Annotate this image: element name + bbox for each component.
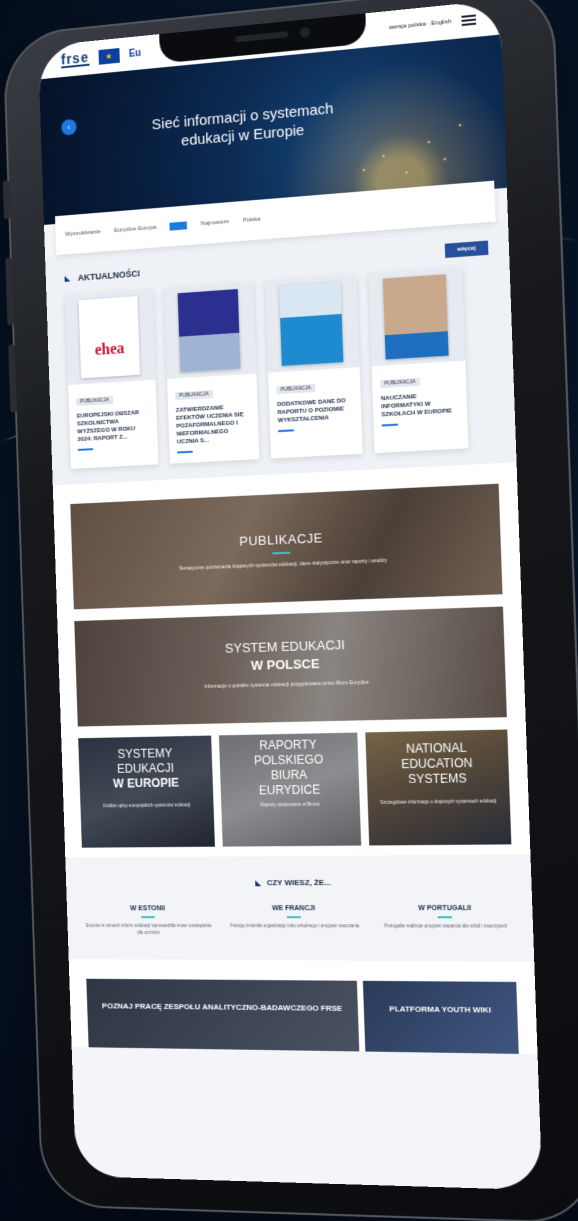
- city-light: [405, 171, 408, 174]
- card-accent: [77, 448, 94, 451]
- report-cover: ehea: [78, 296, 141, 379]
- national-systems-tile[interactable]: NATIONAL EDUCATION SYSTEMS Szczegółowe i…: [364, 729, 512, 846]
- card-image: [163, 281, 257, 379]
- report-cover: [382, 274, 449, 360]
- european-systems-title: SYSTEMY EDUKACJI W EUROPIE: [112, 746, 180, 791]
- news-card[interactable]: ehea PUBLIKACJA EUROPEJSKI OBSZAR SZKOLN…: [65, 289, 159, 469]
- fact-text: Portugalia realizuje program wsparcia dl…: [384, 923, 507, 929]
- fact-accent: [141, 916, 155, 919]
- card-image: ehea: [65, 289, 156, 386]
- small-tiles: SYSTEMY EDUKACJI W EUROPIE Krótkie opisy…: [78, 729, 512, 848]
- search-button[interactable]: [169, 221, 188, 231]
- fact-accent: [286, 916, 301, 919]
- country-option[interactable]: Polska: [243, 217, 261, 224]
- city-light: [459, 124, 462, 127]
- volume-down-button: [8, 344, 17, 413]
- cover-logo-text: ehea: [94, 340, 125, 359]
- research-team-tile[interactable]: POZNAJ PRACĘ ZESPOŁU ANALITYCZNO-BADAWCZ…: [86, 978, 360, 1052]
- more-news-button[interactable]: więcej: [444, 240, 489, 258]
- language-links[interactable]: wersja polska · English: [389, 19, 452, 31]
- city-light: [443, 158, 446, 161]
- card-tag: PUBLIKACJA: [175, 390, 213, 401]
- card-accent: [381, 423, 399, 427]
- national-systems-title: NATIONAL EDUCATION SYSTEMS: [400, 740, 473, 787]
- fact-title: WE FRANCJI: [271, 905, 316, 913]
- fact-title: W ESTONII: [130, 905, 166, 913]
- card-image: [368, 266, 466, 367]
- report-cover: [279, 281, 344, 366]
- city-light: [382, 155, 385, 158]
- city-light: [427, 141, 430, 144]
- card-tag: PUBLIKACJA: [76, 396, 113, 407]
- card-title[interactable]: DODATKOWE DANE DO RAPORTU O POZIOMIE WYK…: [277, 397, 353, 425]
- fact-item[interactable]: W PORTUGALII Portugalia realizuje progra…: [376, 905, 514, 937]
- eurydice-reports-tile[interactable]: RAPORTY POLSKIEGO BIURA EURYDICE Raporty…: [219, 732, 361, 847]
- news-cards: ehea PUBLIKACJA EUROPEJSKI OBSZAR SZKOLN…: [65, 265, 495, 469]
- education-system-tile[interactable]: SYSTEM EDUKACJI W POLSCE Informacje o po…: [74, 606, 507, 727]
- report-cover: [177, 289, 241, 373]
- card-title[interactable]: EUROPEJSKI OBSZAR SZKOLNICTWA WYŻSZEGO W…: [77, 409, 150, 444]
- fact-text: Francja zmieniła organizację roku szkoln…: [229, 923, 360, 929]
- news-card[interactable]: PUBLIKACJA NAUCZANIE INFORMATYKI W SZKOŁ…: [368, 266, 469, 454]
- menu-icon[interactable]: [461, 14, 477, 27]
- education-system-title: SYSTEM EDUKACJI W POLSCE: [224, 637, 346, 673]
- scope-field[interactable]: Eurydice Europa: [114, 225, 157, 234]
- sort-option[interactable]: Najnowsze: [201, 219, 230, 227]
- eu-logo-text: Eu: [128, 47, 142, 60]
- fact-item[interactable]: W ESTONII Estonia w ramach reform edukac…: [84, 905, 213, 936]
- card-title[interactable]: NAUCZANIE INFORMATYKI W SZKOŁACH W EUROP…: [381, 391, 459, 420]
- search-field[interactable]: Wyszukiwanie: [65, 229, 101, 238]
- news-card[interactable]: PUBLIKACJA ZATWIERDZANIE EFEKTÓW UCZENIA…: [163, 281, 260, 464]
- did-you-know-section: CZY WIESZ, ŻE... W ESTONII Estonia w ram…: [65, 854, 535, 962]
- hero-title: Sieć informacji o systemach edukacji w E…: [151, 100, 334, 150]
- front-camera: [299, 26, 311, 38]
- volume-up-button: [5, 257, 15, 326]
- card-accent: [177, 450, 193, 454]
- heading-marker-icon: [64, 275, 71, 282]
- card-title[interactable]: ZATWIERDZANIE EFEKTÓW UCZENIA SIĘ POZAFO…: [176, 403, 251, 447]
- card-accent: [278, 429, 294, 433]
- fact-accent: [437, 916, 453, 919]
- heading-marker-icon: [254, 879, 261, 886]
- feature-tiles: PUBLIKACJE Tematyczne porównania krajowy…: [52, 462, 531, 858]
- silent-switch: [2, 180, 11, 220]
- fact-title: W PORTUGALII: [418, 904, 472, 913]
- speaker: [234, 31, 289, 43]
- eu-flag-icon: ★: [98, 47, 120, 65]
- news-card[interactable]: PUBLIKACJA DODATKOWE DANE DO RAPORTU O P…: [265, 274, 363, 459]
- city-light: [362, 168, 365, 172]
- news-section: AKTUALNOŚCI więcej ehea PUBLIKACJA EUROP…: [45, 220, 517, 486]
- card-tag: PUBLIKACJA: [276, 383, 316, 395]
- facts-list: W ESTONII Estonia w ramach reform edukac…: [84, 905, 515, 937]
- card-image: [265, 274, 360, 373]
- phone-screen: frse ★ Eu wersja polska · English ‹ Sieć…: [38, 0, 543, 1191]
- youth-wiki-tile[interactable]: PLATFORMA YOUTH WIKI: [362, 980, 519, 1054]
- back-button[interactable]: ‹: [61, 118, 77, 136]
- did-you-know-heading: CZY WIESZ, ŻE...: [83, 877, 513, 888]
- publications-tile[interactable]: PUBLIKACJE Tematyczne porównania krajowy…: [70, 483, 503, 610]
- fact-text: Estonia w ramach reform edukacji wprowad…: [85, 923, 212, 935]
- european-systems-tile[interactable]: SYSTEMY EDUKACJI W EUROPIE Krótkie opisy…: [78, 735, 216, 848]
- card-tag: PUBLIKACJA: [380, 377, 420, 389]
- chevron-left-icon: ‹: [67, 122, 71, 133]
- frse-logo[interactable]: frse: [61, 49, 90, 69]
- news-heading-label: AKTUALNOŚCI: [77, 268, 141, 283]
- fact-item[interactable]: WE FRANCJI Francja zmieniła organizację …: [228, 905, 362, 936]
- bottom-tiles: POZNAJ PRACĘ ZESPOŁU ANALITYCZNO-BADAWCZ…: [68, 959, 538, 1055]
- eurydice-reports-title: RAPORTY POLSKIEGO BIURA EURYDICE: [253, 737, 324, 798]
